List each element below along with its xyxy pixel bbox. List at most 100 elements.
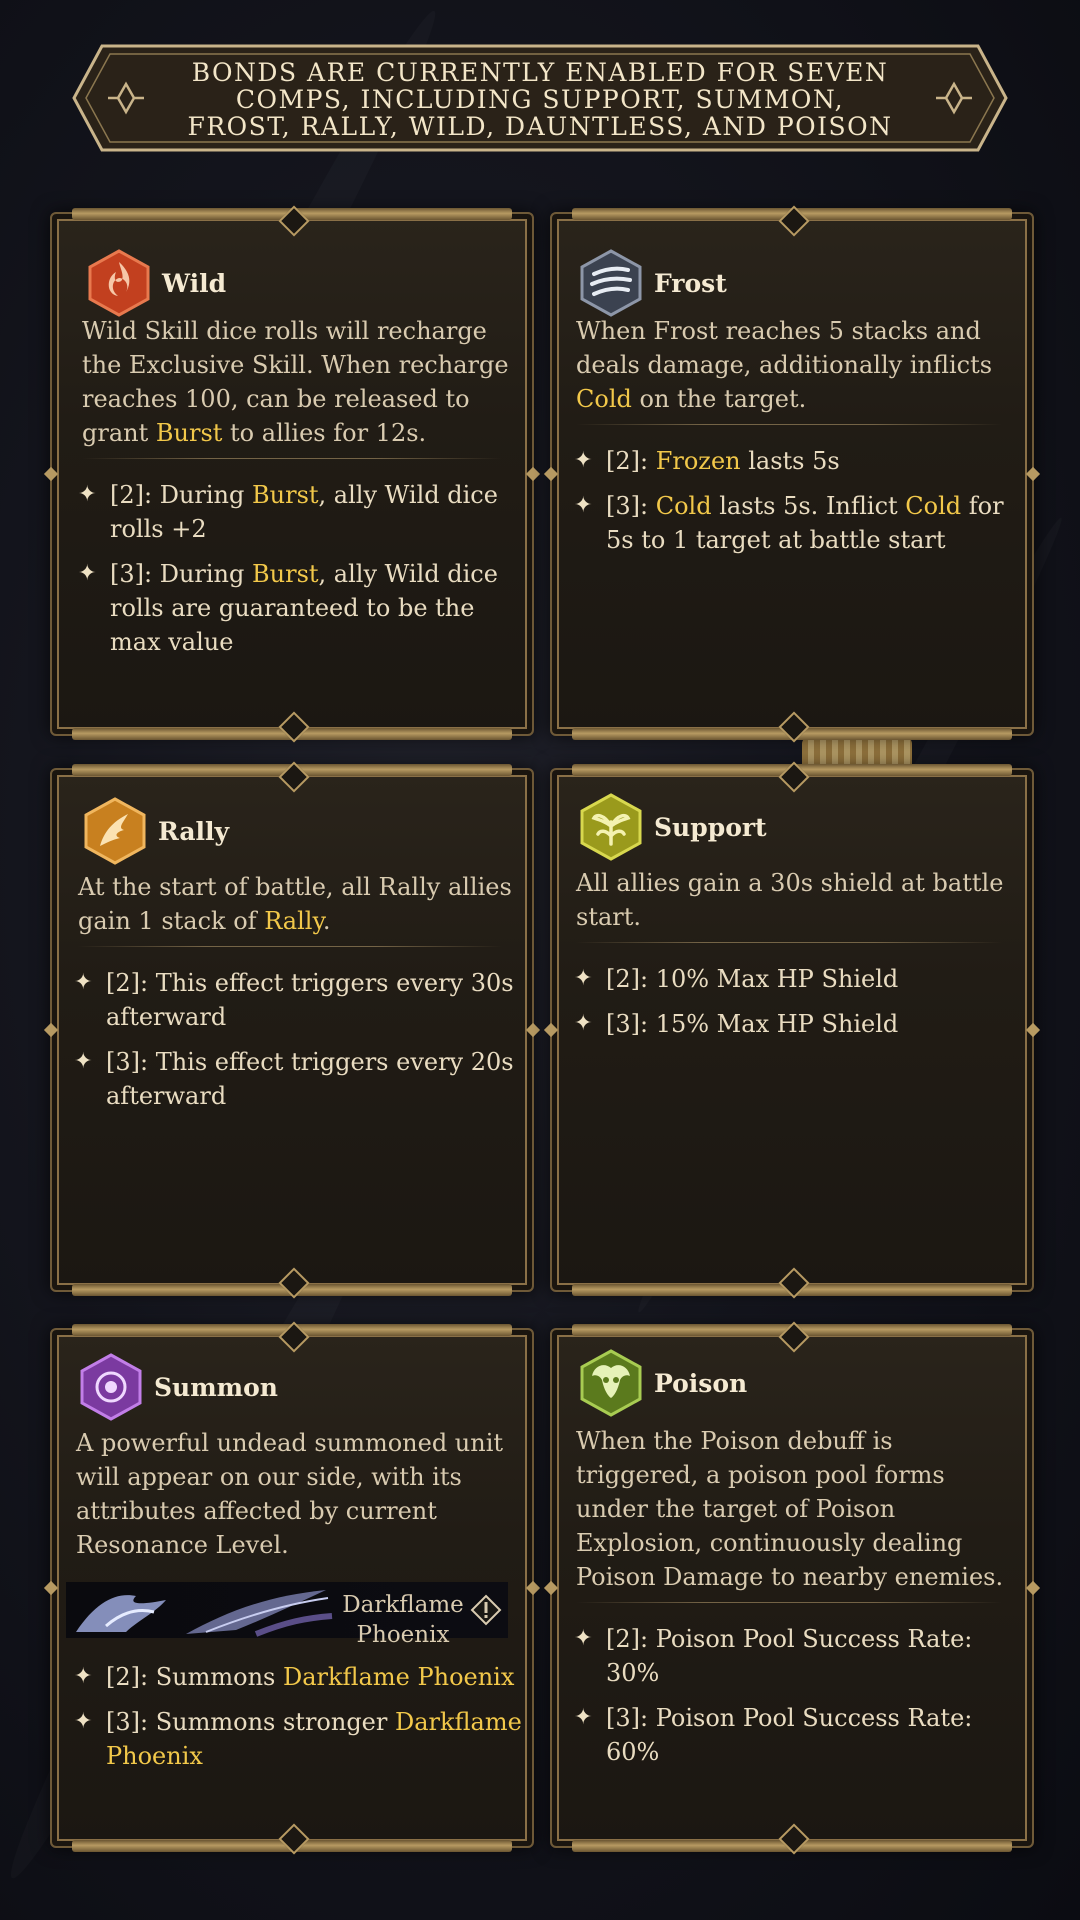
frame-gem [543, 1580, 559, 1596]
frame-gem [43, 1580, 59, 1596]
text-run: lasts 5s [740, 447, 840, 475]
card-title: Frost [654, 268, 727, 298]
card-description: All allies gain a 30s shield at battle s… [576, 866, 1018, 934]
wild-flame-icon [88, 249, 150, 317]
tier-text: [2]: Frozen lasts 5s [606, 444, 840, 478]
text-run: [3]: During [110, 560, 253, 588]
tier-text: [2]: 10% Max HP Shield [606, 962, 898, 996]
card-description: Wild Skill dice rolls will recharge the … [82, 314, 518, 450]
text-run: A powerful undead summoned unit will app… [76, 1429, 504, 1559]
frame-gem [43, 466, 59, 482]
sparkle-bullet-icon: ✦ [74, 1049, 93, 1074]
text-run: [3]: 15% Max HP Shield [606, 1010, 899, 1038]
frame-gem [525, 466, 541, 482]
highlighted-keyword: Cold [576, 385, 632, 413]
text-run: [3]: [606, 492, 656, 520]
tier-text: [2]: Poison Pool Success Rate: 30% [606, 1622, 1022, 1690]
tier-bonus-item: ✦ [2]: Frozen lasts 5s [574, 444, 1022, 478]
text-run: [3]: This effect triggers every 20s afte… [106, 1048, 514, 1110]
tier-text: [2]: During Burst, ally Wild dice rolls … [110, 478, 522, 546]
alert-icon[interactable] [470, 1594, 502, 1626]
text-run: on the target. [631, 385, 807, 413]
tier-bonus-item: ✦ [3]: Cold lasts 5s. Inflict Cold for 5s… [574, 489, 1022, 557]
sparkle-bullet-icon: ✦ [574, 1626, 593, 1651]
sparkle-bullet-icon: ✦ [574, 966, 593, 991]
banner-text: BONDS ARE CURRENTLY ENABLED FOR SEVEN CO… [187, 57, 893, 141]
card-title: Support [654, 812, 767, 842]
frame-gem [1025, 466, 1041, 482]
text-run: [3]: Poison Pool Success Rate: 60% [606, 1704, 973, 1766]
bond-card-poison: Poison When the Poison debuff is trigger… [543, 1321, 1041, 1855]
phoenix-art-image [76, 1590, 333, 1637]
tier-text: [3]: Poison Pool Success Rate: 60% [606, 1701, 1022, 1769]
sparkle-bullet-icon: ✦ [74, 970, 93, 995]
poison-skull-icon [580, 1349, 642, 1417]
tier-text: [2]: This effect triggers every 30s afte… [106, 966, 522, 1034]
text-run: [2]: [606, 447, 656, 475]
text-run: [2]: This effect triggers every 30s afte… [106, 969, 514, 1031]
tier-bonus-item: ✦ [3]: During Burst, ally Wild dice rolls… [78, 557, 522, 659]
tier-text: [3]: Cold lasts 5s. Inflict Cold for 5s … [606, 489, 1022, 557]
info-banner: BONDS ARE CURRENTLY ENABLED FOR SEVEN CO… [72, 44, 1008, 152]
highlighted-keyword: Cold [905, 492, 962, 520]
card-description: When Frost reaches 5 stacks and deals da… [576, 314, 1018, 416]
highlighted-keyword: Rally [264, 907, 323, 935]
tier-bonus-item: ✦ [2]: During Burst, ally Wild dice rolls… [78, 478, 522, 546]
sparkle-bullet-icon: ✦ [574, 1705, 593, 1730]
text-run: When Frost reaches 5 stacks and deals da… [576, 317, 993, 379]
summon-unit-banner[interactable]: Darkflame Phoenix [66, 1582, 508, 1648]
frame-gem [543, 466, 559, 482]
highlighted-keyword: Burst [252, 560, 319, 588]
tier-text: [3]: This effect triggers every 20s afte… [106, 1045, 522, 1113]
tier-text: [3]: Summons stronger Darkflame Phoenix [106, 1705, 522, 1773]
sparkle-bullet-icon: ✦ [78, 561, 97, 586]
frame-gem [1025, 1022, 1041, 1038]
tier-bonus-item: ✦ [3]: 15% Max HP Shield [574, 1007, 1022, 1041]
tier-list: ✦ [2]: Summons Darkflame Phoenix ✦ [3]: Sum… [74, 1660, 522, 1784]
bond-card-wild: Wild Wild Skill dice rolls will recharge… [43, 205, 541, 743]
text-run: to allies for 12s. [222, 419, 427, 447]
tier-list: ✦ [2]: Poison Pool Success Rate: 30% ✦ [3]:… [574, 1622, 1022, 1780]
frame-gem [525, 1022, 541, 1038]
text-run: [2]: During [110, 481, 253, 509]
text-run: lasts 5s. Inflict [711, 492, 906, 520]
summon-unit-name: Darkflame Phoenix [342, 1592, 464, 1648]
tier-bonus-item: ✦ [3]: This effect triggers every 20s aft… [74, 1045, 522, 1113]
text-run: All allies gain a 30s shield at battle s… [576, 869, 1004, 931]
highlighted-keyword: Burst [155, 419, 223, 447]
tier-bonus-item: ✦ [2]: Poison Pool Success Rate: 30% [574, 1622, 1022, 1690]
diamond-ornament-icon [936, 81, 972, 115]
bond-card-summon: Summon A powerful undead summoned unit w… [43, 1321, 541, 1855]
text-run: When the Poison debuff is triggered, a p… [576, 1427, 1004, 1591]
tier-bonus-item: ✦ [3]: Summons stronger Darkflame Phoenix [74, 1705, 522, 1773]
text-run: . [322, 907, 331, 935]
card-description: A powerful undead summoned unit will app… [76, 1426, 518, 1562]
divider [576, 424, 1002, 425]
tier-bonus-item: ✦ [2]: 10% Max HP Shield [574, 962, 1022, 996]
tier-list: ✦ [2]: Frozen lasts 5s ✦ [3]: Cold lasts 5s… [574, 444, 1022, 568]
divider [78, 946, 502, 947]
sparkle-bullet-icon: ✦ [78, 482, 97, 507]
frame-gem [43, 1022, 59, 1038]
card-title: Rally [158, 816, 230, 846]
support-sprout-icon [580, 793, 642, 861]
tier-bonus-item: ✦ [2]: Summons Darkflame Phoenix [74, 1660, 522, 1694]
frame-gem [543, 1022, 559, 1038]
tier-list: ✦ [2]: This effect triggers every 30s aft… [74, 966, 522, 1124]
frame-gem [525, 1580, 541, 1596]
text-run: [2]: Poison Pool Success Rate: 30% [606, 1625, 973, 1687]
bond-card-support: Support All allies gain a 30s shield at … [543, 761, 1041, 1299]
divider [576, 942, 1002, 943]
highlighted-keyword: Cold [655, 492, 712, 520]
sparkle-bullet-icon: ✦ [574, 448, 593, 473]
tier-bonus-item: ✦ [2]: This effect triggers every 30s aft… [74, 966, 522, 1034]
tier-list: ✦ [2]: During Burst, ally Wild dice rolls… [78, 478, 522, 670]
sparkle-bullet-icon: ✦ [574, 1011, 593, 1036]
highlighted-keyword: Frozen [655, 447, 741, 475]
divider [82, 458, 502, 459]
sparkle-bullet-icon: ✦ [74, 1709, 93, 1734]
divider [576, 1602, 1002, 1603]
highlighted-keyword: Burst [252, 481, 319, 509]
tier-text: [2]: Summons Darkflame Phoenix [106, 1660, 514, 1694]
text-run: [3]: Summons stronger [106, 1708, 395, 1736]
